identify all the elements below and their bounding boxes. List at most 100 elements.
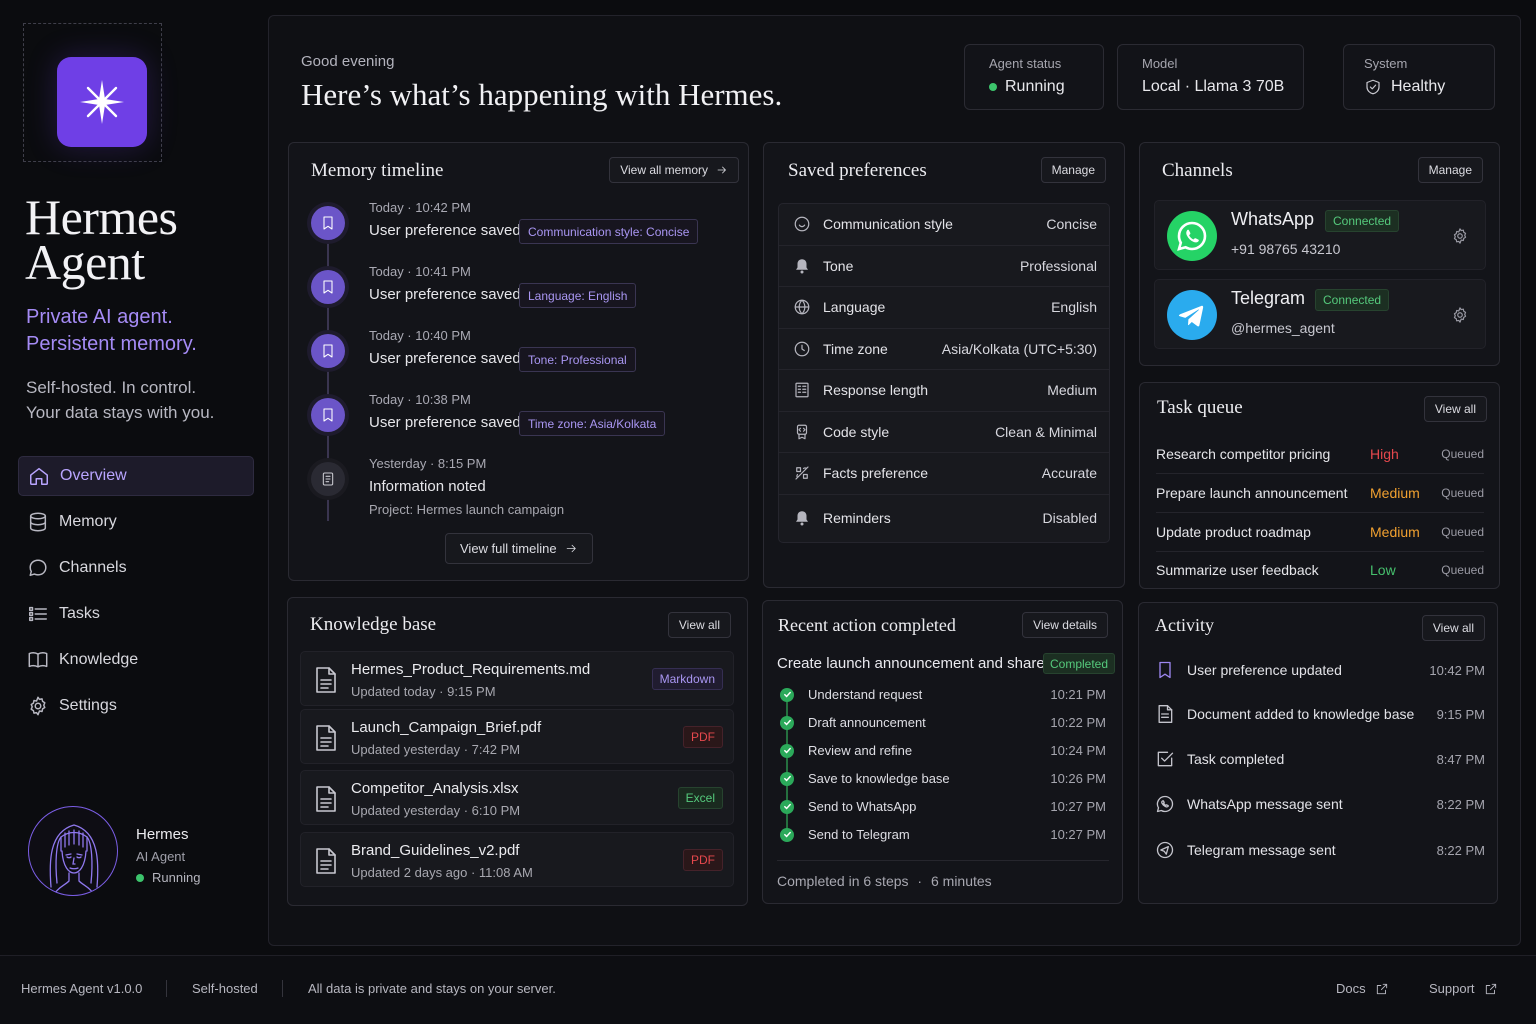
timeline-text: User preference saved — [369, 222, 521, 239]
timeline-node — [311, 206, 345, 240]
document-name: Launch_Campaign_Brief.pdf — [351, 719, 542, 736]
task-status: Queued — [1441, 486, 1484, 500]
summary-separator: · — [917, 873, 923, 889]
nav-item-tasks[interactable]: Tasks — [18, 594, 254, 634]
view-all-tasks-button[interactable]: View all — [1423, 396, 1487, 422]
timeline-text: User preference saved — [369, 350, 521, 367]
pref-row-reminders[interactable]: Reminders Disabled — [779, 495, 1109, 542]
pref-row-code-style[interactable]: Code style Clean & Minimal — [779, 412, 1109, 453]
nav-item-memory[interactable]: Memory — [18, 502, 254, 542]
pref-row-language[interactable]: Language English — [779, 287, 1109, 329]
pref-row-facts-preference[interactable]: Facts preference Accurate — [779, 453, 1109, 495]
timeline-time: Today · 10:41 PM — [369, 264, 471, 279]
footer-hosting: Self-hosted — [192, 981, 258, 996]
pref-value: Asia/Kolkata (UTC+5:30) — [941, 340, 1097, 357]
profile-status-label: Running — [152, 870, 201, 885]
view-all-memory-button[interactable]: View all memory — [609, 157, 739, 183]
gear-icon[interactable] — [1451, 227, 1469, 245]
pref-row-tone[interactable]: Tone Professional — [779, 246, 1109, 287]
button-label: Manage — [1051, 163, 1095, 177]
activity-row[interactable]: WhatsApp message sent 8:22 PM — [1155, 794, 1485, 814]
agent-portrait-icon — [49, 824, 99, 894]
task-priority: High — [1370, 446, 1399, 462]
file-type-badge: PDF — [683, 849, 723, 871]
stat-model: Model Local · Llama 3 70B — [1117, 44, 1304, 110]
text-lines-icon — [795, 382, 809, 398]
bookmark-icon — [323, 216, 333, 230]
activity-row[interactable]: Telegram message sent 8:22 PM — [1155, 840, 1485, 860]
nav-item-settings[interactable]: Settings — [18, 686, 254, 726]
manage-channels-button[interactable]: Manage — [1417, 157, 1483, 183]
button-label: View all memory — [620, 163, 708, 177]
stat-label: System — [1364, 56, 1408, 71]
memory-tag: Communication style: Concise — [519, 219, 699, 244]
task-name: Prepare launch announcement — [1156, 485, 1348, 501]
logo-frame — [23, 23, 162, 162]
panel-title: Memory timeline — [311, 160, 444, 181]
view-all-knowledge-button[interactable]: View all — [667, 612, 731, 638]
task-name: Research competitor pricing — [1156, 446, 1331, 462]
nav-item-overview[interactable]: Overview — [18, 456, 254, 496]
stat-label: Model — [1142, 56, 1178, 71]
channel-row-telegram[interactable]: Telegram Connected @hermes_agent — [1154, 279, 1486, 349]
timeline-node — [311, 334, 345, 368]
support-link[interactable]: Support — [1429, 981, 1498, 996]
bell-icon — [796, 511, 808, 526]
view-full-timeline-button[interactable]: View full timeline — [445, 533, 593, 564]
nav-item-label: Settings — [59, 697, 117, 714]
view-details-button[interactable]: View details — [1022, 612, 1108, 638]
task-priority: Medium — [1370, 524, 1420, 540]
external-link-icon — [1485, 983, 1496, 994]
activity-row[interactable]: Document added to knowledge base 9:15 PM — [1155, 704, 1485, 724]
channel-row-whatsapp[interactable]: WhatsApp Connected +91 98765 43210 — [1154, 200, 1486, 270]
step-name: Understand request — [808, 687, 923, 702]
status-badge: Completed — [1043, 653, 1116, 674]
activity-row[interactable]: Task completed 8:47 PM — [1155, 749, 1485, 769]
document-row[interactable]: Brand_Guidelines_v2.pdf Updated 2 days a… — [300, 832, 734, 887]
stat-value-text: Healthy — [1391, 78, 1446, 95]
activity-row[interactable]: User preference updated 10:42 PM — [1155, 660, 1485, 680]
chat-bubble-icon — [29, 559, 47, 577]
knowledge-base-panel: Knowledge base View all Hermes_Product_R… — [287, 597, 748, 906]
document-updated: Updated yesterday · 6:10 PM — [351, 803, 521, 818]
nav-item-knowledge[interactable]: Knowledge — [18, 640, 254, 680]
task-row[interactable]: Update product roadmap Medium Queued — [1156, 513, 1484, 552]
bell-icon — [796, 259, 808, 274]
step-name: Send to Telegram — [808, 827, 910, 842]
button-label: View details — [1033, 618, 1097, 632]
agent-profile[interactable]: Hermes AI Agent Running — [28, 806, 248, 896]
telegram-logo — [1167, 290, 1217, 340]
pref-row-communication-style[interactable]: Communication style Concise — [779, 204, 1109, 246]
memory-tag: Time zone: Asia/Kolkata — [519, 411, 666, 436]
document-row[interactable]: Launch_Campaign_Brief.pdf Updated yester… — [300, 709, 734, 764]
app-subline: Self-hosted. In control. Your data stays… — [26, 378, 215, 422]
document-row[interactable]: Hermes_Product_Requirements.md Updated t… — [300, 651, 734, 706]
manage-preferences-button[interactable]: Manage — [1040, 157, 1106, 183]
button-label: View all — [678, 618, 720, 632]
step-time: 10:21 PM — [1050, 687, 1106, 702]
preferences-list: Communication style Concise Tone Profess… — [778, 203, 1110, 543]
book-icon — [28, 652, 48, 668]
step-name: Save to knowledge base — [808, 771, 950, 786]
sidebar: Hermes Agent Private AI agent. Persisten… — [0, 0, 268, 955]
task-row[interactable]: Research competitor pricing High Queued — [1156, 435, 1484, 474]
nav-item-channels[interactable]: Channels — [18, 548, 254, 588]
external-link-icon — [1376, 983, 1387, 994]
view-all-activity-button[interactable]: View all — [1421, 615, 1485, 641]
check-icon — [780, 743, 794, 758]
pref-row-response-length[interactable]: Response length Medium — [779, 370, 1109, 412]
file-type-badge: Markdown — [651, 668, 723, 690]
task-row[interactable]: Prepare launch announcement Medium Queue… — [1156, 474, 1484, 513]
pref-row-time-zone[interactable]: Time zone Asia/Kolkata (UTC+5:30) — [779, 329, 1109, 370]
task-row[interactable]: Summarize user feedback Low Queued — [1156, 550, 1484, 589]
document-row[interactable]: Competitor_Analysis.xlsx Updated yesterd… — [300, 770, 734, 825]
footer-privacy: All data is private and stays on your se… — [308, 981, 556, 996]
timeline-time: Today · 10:42 PM — [369, 200, 471, 215]
gear-icon[interactable] — [1451, 306, 1469, 324]
docs-link[interactable]: Docs — [1336, 981, 1389, 996]
file-type-badge: PDF — [683, 726, 723, 748]
bookmark-icon — [323, 344, 333, 358]
status-badge: Connected — [1325, 210, 1400, 232]
pref-value: Medium — [1047, 382, 1097, 399]
saved-preferences-panel: Saved preferences Manage Communication s… — [763, 142, 1125, 588]
